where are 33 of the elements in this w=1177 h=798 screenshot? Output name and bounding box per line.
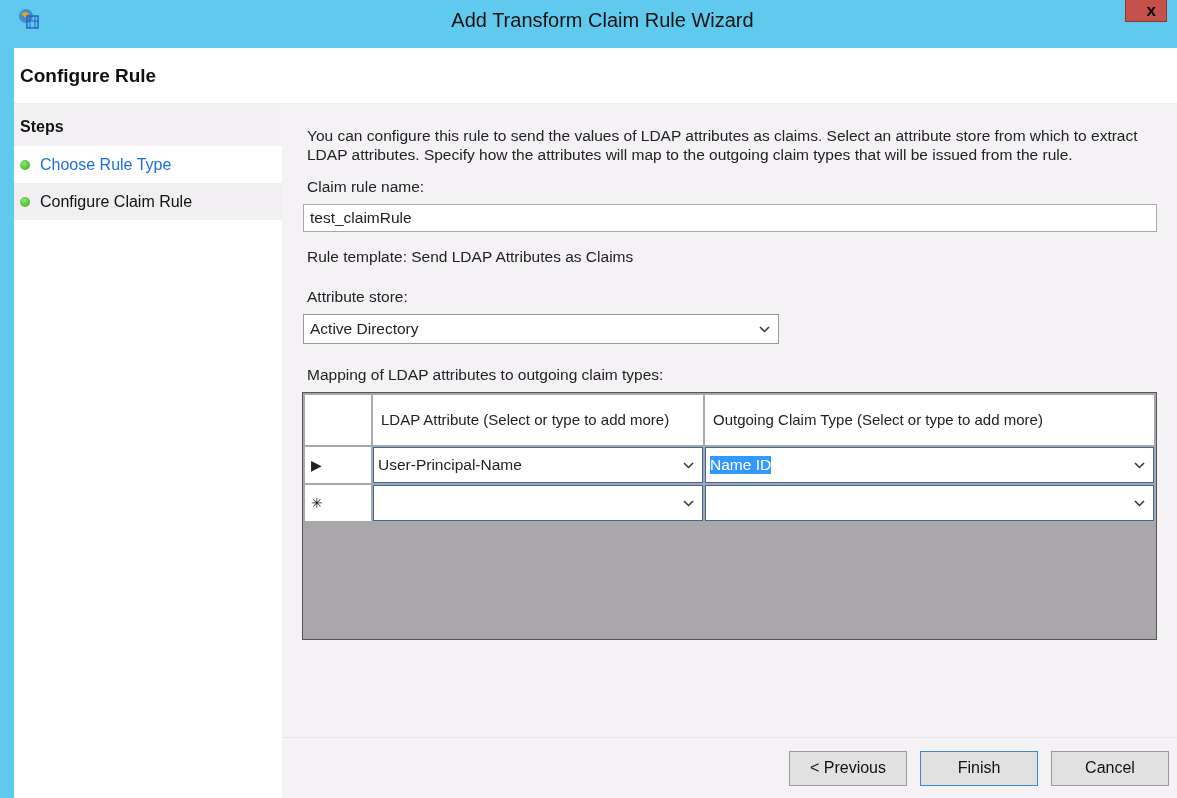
- chevron-down-icon: [683, 499, 694, 507]
- step-item[interactable]: Choose Rule Type: [14, 146, 282, 183]
- description-text: You can configure this rule to send the values of LDAP attributes as claims. Select an attribute store from which to extract LDAP attributes. Specify how the attributes will map to the outgoing claim types that will be issued from the rule.: [307, 126, 1139, 164]
- rule-name-field[interactable]: test_claimRule: [303, 204, 1157, 232]
- mapping-label: Mapping of LDAP attributes to outgoing claim types:: [307, 366, 665, 384]
- grid-dropdown[interactable]: User-Principal-Name: [373, 447, 703, 483]
- chevron-down-icon: [1134, 461, 1145, 469]
- chevron-down-icon: [1134, 499, 1145, 507]
- status-dot-icon: [20, 196, 30, 207]
- rule-template-text: Rule template: Send LDAP Attributes as Claims: [307, 248, 635, 266]
- wizard-button[interactable]: < Previous: [789, 750, 907, 786]
- grid-dropdown[interactable]: [705, 485, 1154, 521]
- chevron-down-icon: [759, 325, 770, 333]
- grid-corner: [305, 395, 371, 445]
- app-icon: [18, 8, 40, 30]
- step-label: Configure Claim Rule: [40, 192, 193, 211]
- steps-title: Steps: [14, 108, 282, 146]
- chevron-down-icon: [683, 461, 694, 469]
- window-title: Add Transform Claim Rule Wizard: [450, 8, 755, 32]
- column-header: LDAP Attribute (Select or type to add more): [373, 395, 703, 445]
- field-label: Claim rule name:: [307, 178, 426, 196]
- row-marker: ✳: [305, 485, 371, 521]
- grid-dropdown[interactable]: [373, 485, 703, 521]
- field-label: Attribute store:: [307, 288, 409, 306]
- step-label: Choose Rule Type: [40, 155, 172, 174]
- status-dot-icon: [20, 159, 30, 170]
- row-marker: ▶: [305, 447, 371, 483]
- attribute-store-dropdown[interactable]: Active Directory: [303, 314, 779, 344]
- column-header: Outgoing Claim Type (Select or type to add more): [705, 395, 1154, 445]
- wizard-button[interactable]: Cancel: [1051, 750, 1169, 786]
- close-button[interactable]: x: [1125, 0, 1167, 22]
- wizard-button[interactable]: Finish: [920, 750, 1038, 786]
- step-item[interactable]: Configure Claim Rule: [14, 183, 282, 220]
